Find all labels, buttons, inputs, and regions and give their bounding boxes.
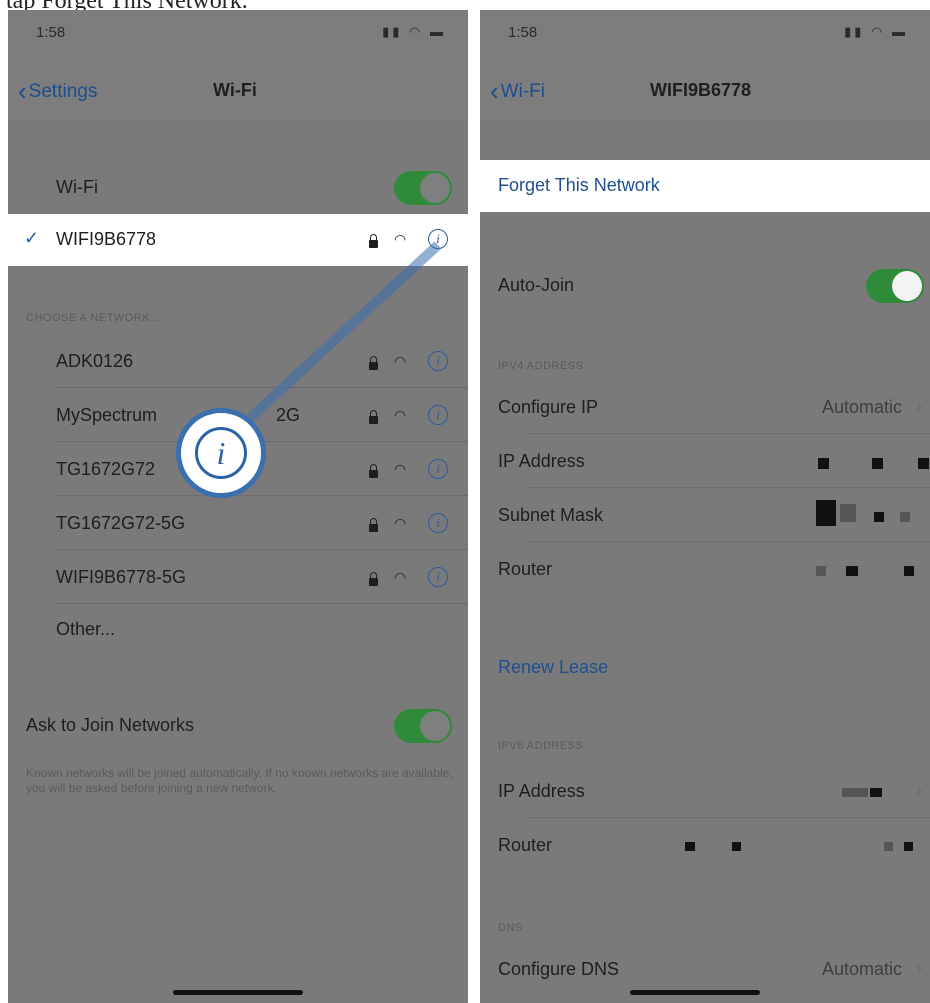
forget-network-row[interactable]: Forget This Network — [480, 160, 930, 212]
ip-address-label: IP Address — [498, 451, 585, 471]
network-detail-screen: 1:58 ▮▮ ◠ ▬ ‹ Wi-Fi WIFI9B6778 Forget Thi… — [480, 10, 930, 1003]
redacted-value — [840, 504, 856, 522]
chevron-left-icon: ‹ — [490, 76, 499, 106]
auto-join-label: Auto-Join — [498, 275, 575, 295]
redacted-value — [900, 512, 910, 522]
renew-lease-row[interactable]: Renew Lease — [480, 642, 930, 694]
configure-dns-label: Configure DNS — [498, 959, 620, 979]
ipv6-header: IPV6 ADDRESS — [498, 740, 584, 752]
redacted-value — [842, 788, 868, 797]
forget-network-button[interactable]: Forget This Network — [498, 175, 660, 196]
status-icons: ▮▮ ◠ ▬ — [844, 24, 908, 39]
router-label: Router — [498, 559, 553, 579]
redacted-value — [816, 566, 826, 576]
redacted-value — [732, 842, 741, 851]
info-icon: i — [195, 427, 247, 479]
page-title: WIFI9B6778 — [650, 80, 752, 100]
redacted-value — [904, 566, 914, 576]
redacted-value — [870, 788, 882, 797]
subnet-mask-row: Subnet Mask — [480, 490, 930, 542]
auto-join-row: Auto-Join — [480, 260, 930, 312]
dns-header: DNS — [498, 922, 523, 934]
ipv6-router-row: Router — [480, 820, 930, 872]
redacted-value — [884, 842, 893, 851]
configure-dns-row[interactable]: Configure DNS Automatic › — [480, 944, 930, 996]
subnet-mask-label: Subnet Mask — [498, 505, 604, 525]
configure-ip-row[interactable]: Configure IP Automatic › — [480, 382, 930, 434]
ipv6-router-label: Router — [498, 835, 553, 855]
chevron-right-icon: › — [916, 396, 922, 416]
redacted-value — [874, 512, 884, 522]
magnified-info-callout: i — [176, 408, 266, 498]
router-row: Router — [480, 544, 930, 596]
redacted-value — [904, 842, 913, 851]
chevron-right-icon: › — [916, 958, 922, 978]
redacted-value — [818, 458, 829, 469]
ip-address-row: IP Address — [480, 436, 930, 488]
redacted-value — [685, 842, 695, 851]
renew-lease-button[interactable]: Renew Lease — [498, 657, 608, 678]
ipv4-header: IPV4 ADDRESS — [498, 360, 584, 372]
back-button[interactable]: ‹ Wi-Fi — [490, 76, 545, 107]
back-label: Wi-Fi — [500, 81, 545, 102]
auto-join-toggle[interactable] — [866, 269, 924, 303]
redacted-value — [846, 566, 858, 576]
home-indicator[interactable] — [630, 990, 760, 995]
ipv6-ip-address-label: IP Address — [498, 781, 585, 801]
redacted-value — [816, 500, 836, 526]
ipv6-ip-address-row[interactable]: IP Address › — [480, 766, 930, 818]
redacted-value — [872, 458, 883, 469]
redacted-value — [918, 458, 929, 469]
configure-dns-value: Automatic — [821, 959, 902, 979]
status-bar: 1:58 ▮▮ ◠ ▬ — [480, 10, 930, 58]
configure-ip-value: Automatic — [821, 397, 902, 417]
chevron-right-icon: › — [916, 780, 922, 800]
status-time: 1:58 — [508, 24, 538, 41]
configure-ip-label: Configure IP — [498, 397, 599, 417]
nav-bar: ‹ Wi-Fi WIFI9B6778 — [480, 58, 930, 120]
